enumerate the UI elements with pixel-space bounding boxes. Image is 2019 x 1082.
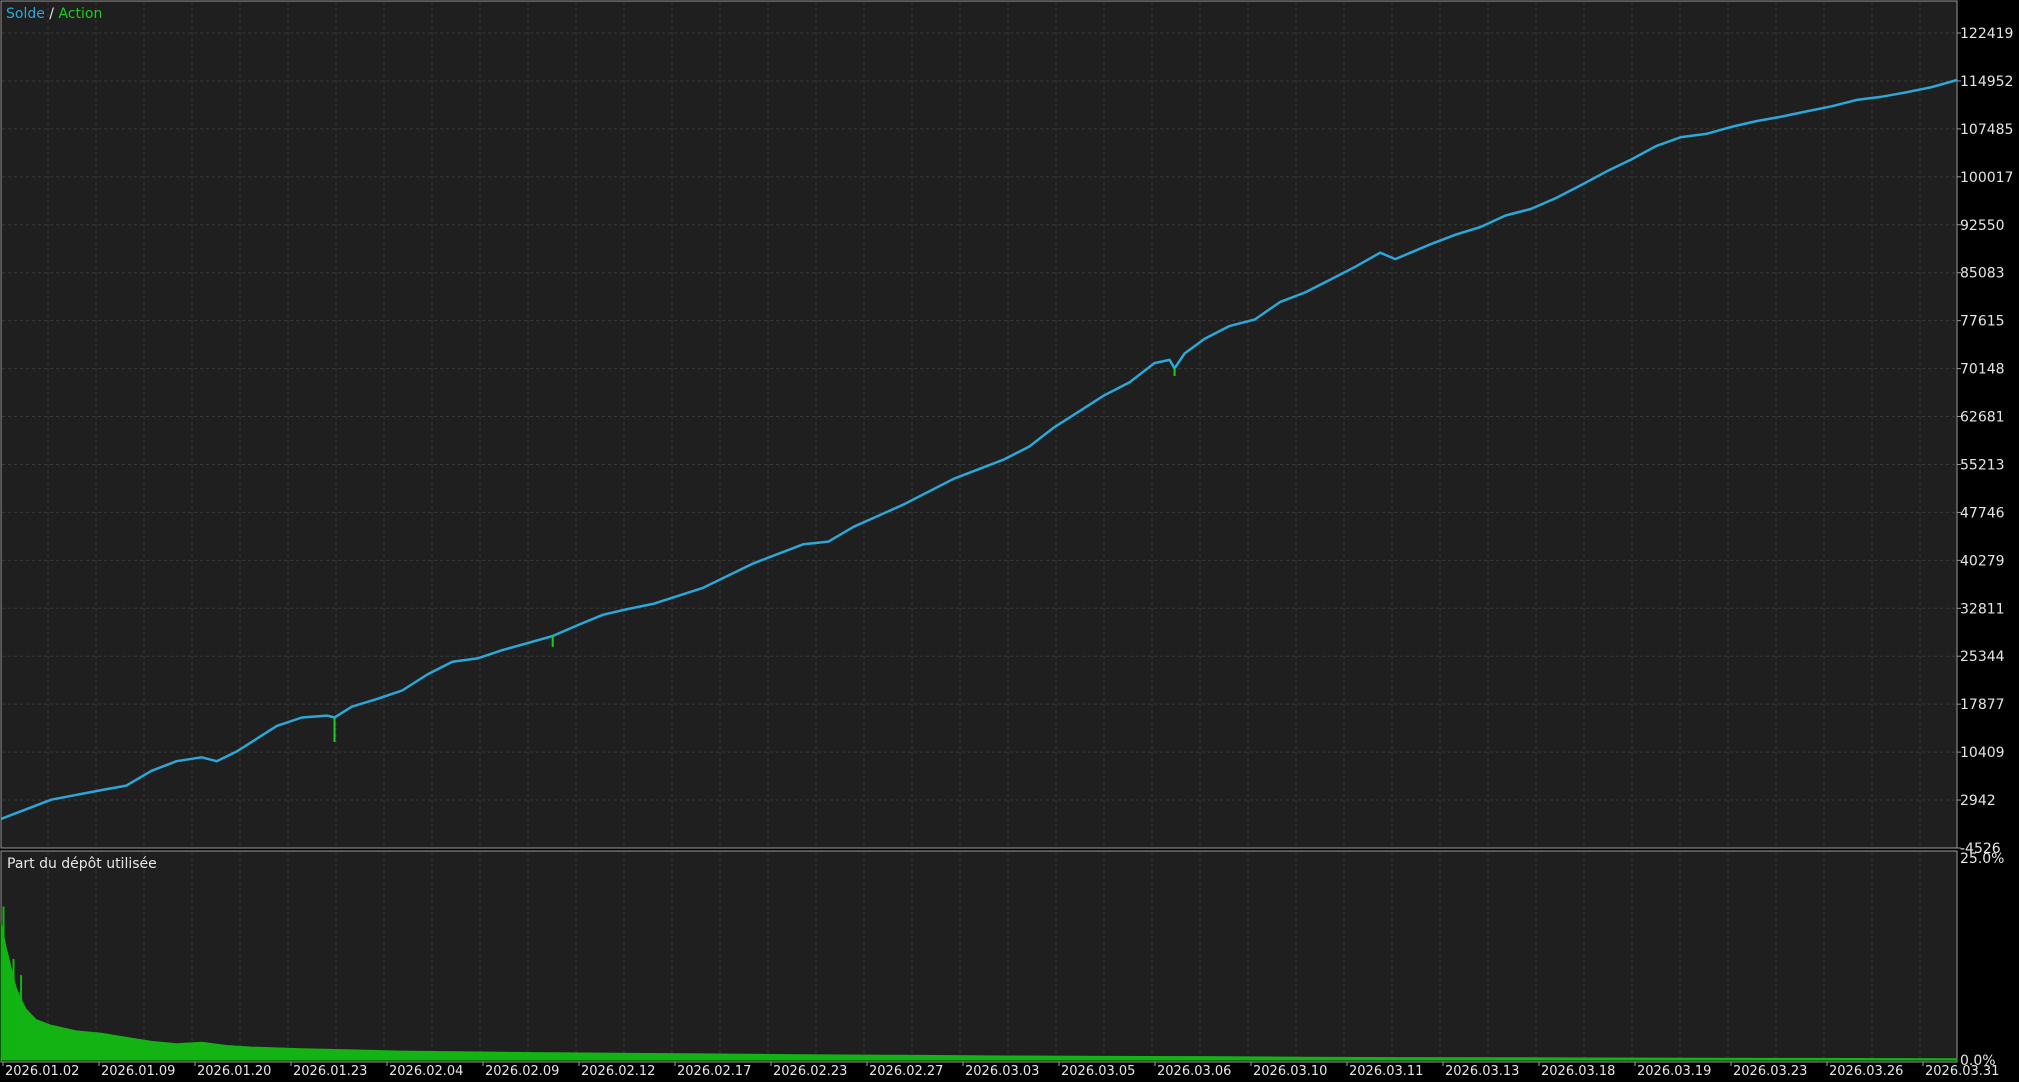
y-tick-label: 107485 <box>1960 122 2013 138</box>
x-tick-label: 2026.03.10 <box>1253 1064 1327 1078</box>
upper-panel: 122419 114952 107485 100017 92550 85083 77615 7… <box>0 0 2013 857</box>
x-tick-label: 2026.03.19 <box>1637 1064 1711 1078</box>
x-tick-label: 2026.02.27 <box>869 1064 943 1078</box>
y-tick-label: 100017 <box>1960 170 2013 186</box>
x-tick-label: 2026.03.03 <box>965 1064 1039 1078</box>
legend-separator: / <box>45 6 59 22</box>
legend-equity-label: Action <box>58 6 102 22</box>
y-tick-label: 122419 <box>1960 26 2013 42</box>
y-tick-label: 25344 <box>1960 649 2005 665</box>
legend-balance-label: Solde <box>6 6 45 22</box>
x-tick-label: 2026.02.17 <box>677 1064 751 1078</box>
y-tick-label: 32811 <box>1960 601 2005 617</box>
y-tick-label: 2942 <box>1960 793 1996 809</box>
y-tick-label: 17877 <box>1960 697 2005 713</box>
x-tick-label: 2026.03.06 <box>1157 1064 1231 1078</box>
x-tick-label: 2026.02.12 <box>581 1064 655 1078</box>
y-tick-label: 70148 <box>1960 362 2005 378</box>
x-tick-label: 2026.01.23 <box>293 1064 367 1078</box>
x-tick-label: 2026.02.23 <box>773 1064 847 1078</box>
y-tick-label: 62681 <box>1960 410 2005 426</box>
x-tick-label: 2026.03.13 <box>1445 1064 1519 1078</box>
lower-panel: 25.0%0.0% Part du dépôt utilisée <box>0 850 2004 1069</box>
y-tick-label: 77615 <box>1960 314 2005 330</box>
y-tick-label: 55213 <box>1960 457 2005 473</box>
x-tick-label: 2026.03.05 <box>1061 1064 1135 1078</box>
lower-panel-title: Part du dépôt utilisée <box>7 856 157 872</box>
y-tick-label: 25.0% <box>1960 851 2004 867</box>
y-tick-label: 47746 <box>1960 505 2005 521</box>
x-tick-label: 2026.03.11 <box>1349 1064 1423 1078</box>
x-tick-label: 2026.02.09 <box>485 1064 559 1078</box>
x-tick-label: 2026.01.02 <box>5 1064 79 1078</box>
y-tick-label: 92550 <box>1960 218 2005 234</box>
x-tick-label: 2026.01.09 <box>101 1064 175 1078</box>
legend: Solde / Action <box>6 6 102 22</box>
lower-panel-background <box>0 850 1958 1063</box>
x-tick-label: 2026.02.04 <box>389 1064 463 1078</box>
x-tick-label: 2026.03.18 <box>1541 1064 1615 1078</box>
x-tick-label: 2026.03.23 <box>1733 1064 1807 1078</box>
y-tick-label: 85083 <box>1960 266 2005 282</box>
y-tick-label: 40279 <box>1960 553 2005 569</box>
x-tick-label: 2026.03.26 <box>1829 1064 1903 1078</box>
y-tick-label: 10409 <box>1960 745 2005 761</box>
x-tick-label: 2026.03.31 <box>1925 1064 1999 1078</box>
x-axis: 2026.01.02 2026.01.09 2026.01.20 2026.01.23… <box>2 1062 1999 1079</box>
graph-canvas: 122419 114952 107485 100017 92550 85083 77615 7… <box>0 0 2019 1079</box>
y-tick-label: 114952 <box>1960 74 2013 90</box>
strategy-tester-graph: 122419 114952 107485 100017 92550 85083 77615 7… <box>0 0 2019 1079</box>
x-tick-label: 2026.01.20 <box>197 1064 271 1078</box>
